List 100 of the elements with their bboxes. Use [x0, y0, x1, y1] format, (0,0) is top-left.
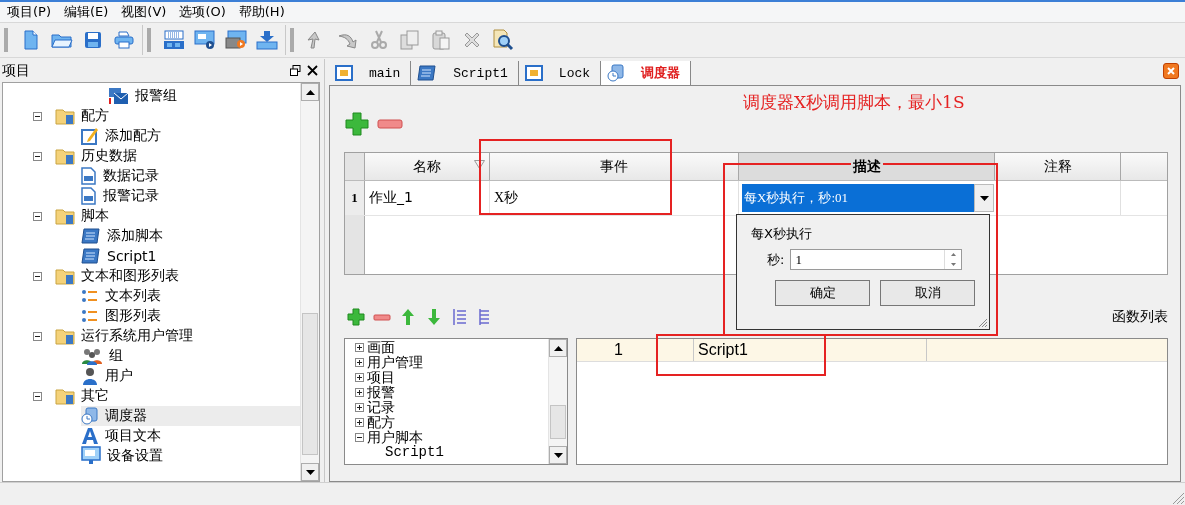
description-dropdown[interactable]: 每X秒执行，秒:01: [742, 184, 974, 212]
tree-item[interactable]: 配方: [367, 415, 395, 430]
tree-item[interactable]: 组: [81, 346, 300, 366]
close-icon: [307, 65, 318, 76]
scroll-icon: [417, 64, 438, 82]
tree-item[interactable]: 调度器: [81, 406, 300, 426]
expand-toggle[interactable]: [355, 373, 364, 382]
pencil-icon: [81, 127, 99, 145]
menu-item[interactable]: 编辑(E): [59, 3, 117, 21]
expand-toggle[interactable]: [33, 271, 42, 281]
column-header[interactable]: 注释: [995, 153, 1121, 180]
table-cell: Script1: [694, 339, 927, 361]
resize-grip-icon: [1171, 491, 1185, 505]
annotation-text: 调度器X秒调用脚本，最小1S: [743, 91, 965, 114]
tree-item[interactable]: 记录: [367, 400, 395, 415]
menu-item[interactable]: 项目(P): [2, 3, 59, 21]
seconds-field[interactable]: 1: [790, 249, 963, 270]
document-icon: [81, 167, 97, 185]
scroll-arrow-icon: [305, 89, 315, 95]
tree-item[interactable]: 添加配方: [81, 126, 300, 146]
tree-item[interactable]: 项目: [367, 370, 395, 385]
list-icon: [81, 288, 99, 304]
plus-icon: [344, 112, 369, 136]
tree-item[interactable]: 添加脚本: [81, 226, 300, 246]
menu-item[interactable]: 视图(V): [116, 3, 175, 21]
person-icon: [81, 367, 99, 385]
expand-toggle[interactable]: [355, 433, 364, 442]
spin-down-icon: [950, 262, 956, 266]
menu-item[interactable]: 帮助(H): [233, 3, 293, 21]
tree-item[interactable]: 报警组: [107, 86, 300, 106]
clock-icon: [81, 407, 99, 425]
restore-icon: [290, 65, 301, 76]
tree-item[interactable]: 报警: [367, 385, 395, 400]
expand-toggle[interactable]: [355, 403, 364, 412]
folder-icon: [55, 107, 75, 125]
tree-item[interactable]: 其它: [55, 386, 300, 406]
expand-toggle[interactable]: [355, 418, 364, 427]
copy-icon: [399, 30, 420, 50]
grid-screen-icon: [162, 30, 185, 50]
expand-toggle[interactable]: [33, 111, 42, 121]
folder-icon: [50, 31, 73, 49]
scroll-thumb[interactable]: [302, 313, 318, 455]
panel-title: 项目: [2, 61, 30, 80]
folder-icon: [55, 267, 75, 285]
dropdown-button[interactable]: [974, 184, 994, 212]
list-icon: [81, 308, 99, 324]
people-icon: [81, 347, 103, 365]
tree-item[interactable]: 设备设置: [81, 446, 300, 466]
tab[interactable]: 调度器: [601, 61, 692, 85]
clock-icon: [607, 64, 626, 82]
toolbar-button[interactable]: [490, 27, 515, 53]
expand-toggle[interactable]: [355, 343, 364, 352]
expand-toggle[interactable]: [355, 388, 364, 397]
tree-item[interactable]: 用户脚本: [367, 430, 423, 445]
tree-item[interactable]: 报警记录: [81, 186, 300, 206]
tree-item[interactable]: 运行系统用户管理: [55, 326, 300, 346]
tree-item[interactable]: 用户: [81, 366, 300, 386]
minus-icon: [376, 118, 403, 130]
tree-item[interactable]: 用户管理: [367, 355, 423, 370]
tree-item[interactable]: 项目文本: [81, 426, 300, 446]
caret-icon: [979, 195, 989, 201]
column-header[interactable]: 名称: [365, 153, 490, 180]
field-label: 秒:: [767, 250, 785, 269]
folder-icon: [55, 387, 75, 405]
expand-toggle[interactable]: [33, 391, 42, 401]
add-button[interactable]: [344, 111, 369, 137]
arrow-up-icon: [401, 308, 415, 326]
plus-icon: [347, 308, 365, 326]
scroll-icon: [81, 227, 101, 245]
tree-item[interactable]: 文本和图形列表: [55, 266, 300, 286]
close-button[interactable]: [1163, 63, 1179, 79]
tree-item[interactable]: 画面: [367, 340, 395, 355]
tree-item[interactable]: 配方: [55, 106, 300, 126]
tree-item[interactable]: Script1: [81, 246, 300, 266]
tree-item[interactable]: 数据记录: [81, 166, 300, 186]
row-number: 1: [345, 181, 365, 215]
resize-grip-icon: [978, 318, 988, 328]
document-icon: [21, 30, 40, 50]
expand-toggle[interactable]: [33, 151, 42, 161]
sort-icon: [474, 160, 485, 169]
monitor-record-icon: [224, 30, 247, 50]
expand-toggle[interactable]: [355, 358, 364, 367]
tree-item[interactable]: Script1: [385, 445, 444, 460]
dialog-button[interactable]: 取消: [880, 280, 975, 306]
tree-item[interactable]: 图形列表: [81, 306, 300, 326]
document-icon: [81, 187, 97, 205]
scrollbar[interactable]: [300, 83, 319, 481]
expand-toggle[interactable]: [33, 211, 42, 221]
scroll-thumb[interactable]: [550, 405, 566, 439]
column-header[interactable]: 描述: [739, 153, 995, 180]
tree-item[interactable]: 脚本: [55, 206, 300, 226]
tree-item[interactable]: 历史数据: [55, 146, 300, 166]
dialog-button[interactable]: 确定: [775, 280, 870, 306]
scrollbar[interactable]: [548, 339, 567, 464]
magnifier-icon: [491, 29, 514, 51]
arrow-down-icon: [427, 308, 441, 326]
tree-item[interactable]: 文本列表: [81, 286, 300, 306]
expand-toggle[interactable]: [33, 331, 42, 341]
scroll-arrow-icon: [553, 452, 563, 458]
menu-item[interactable]: 选项(O): [174, 3, 234, 21]
